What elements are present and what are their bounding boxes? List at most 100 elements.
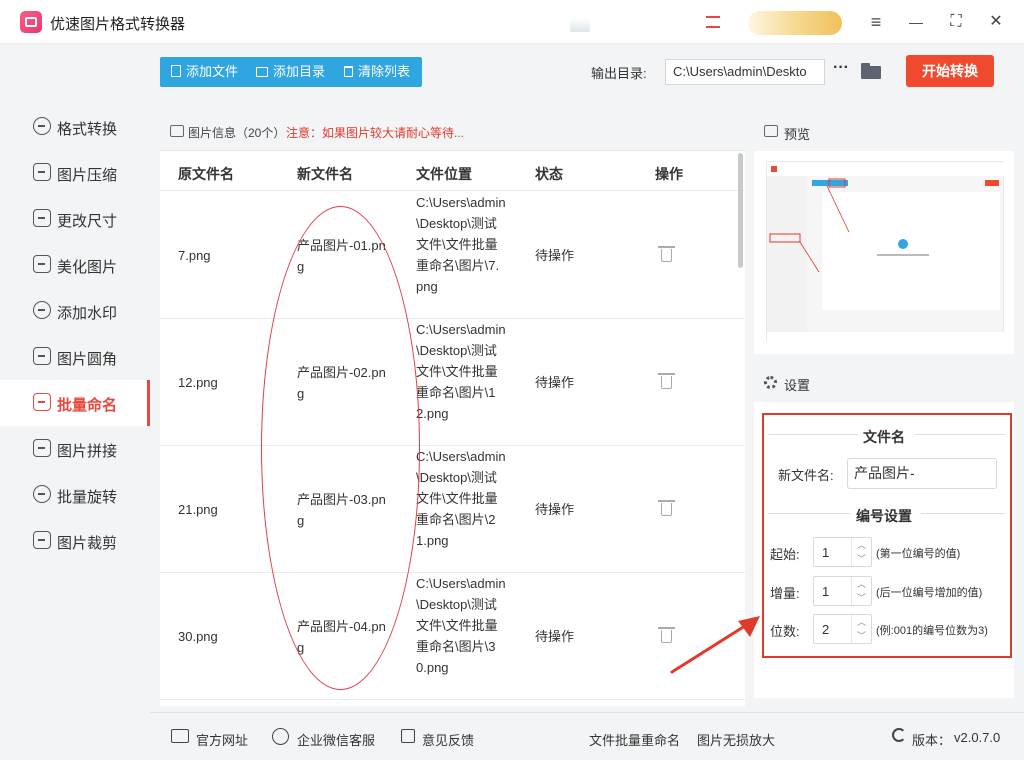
delete-icon[interactable] (658, 246, 675, 262)
refresh-icon[interactable] (892, 728, 906, 742)
info-count: 图片信息（20个） (188, 126, 286, 140)
feedback-icon (401, 729, 415, 743)
app-title: 优速图片格式转换器 (50, 16, 186, 33)
filename-section-title: 文件名 (863, 429, 905, 445)
table-row[interactable]: 7.png 产品图片-01.png C:\Users\admin\Desktop… (160, 192, 745, 319)
clear-list-button[interactable]: 清除列表 (344, 57, 410, 87)
toolbar-thumbnail-icon[interactable] (570, 18, 590, 32)
new-name: 产品图片-02.png (297, 365, 386, 401)
close-icon[interactable]: ✕ (984, 10, 1008, 34)
vip-badge[interactable] (748, 11, 842, 35)
preview-thumbnail (766, 161, 1005, 342)
output-dir-input[interactable]: C:\Users\admin\Deskto (665, 59, 825, 85)
sidebar-item-format-convert[interactable]: 格式转换 (0, 104, 150, 150)
sidebar-item-label: 美化图片 (57, 259, 118, 276)
chevron-down-icon[interactable]: ﹀ (852, 591, 871, 605)
file-icon (171, 65, 181, 77)
divider (768, 434, 858, 435)
digits-hint: (例:001的编号位数为3) (876, 625, 988, 637)
folder-icon (256, 67, 268, 77)
chevron-up-icon[interactable]: ︿ (852, 538, 871, 552)
wechat-service-icon (272, 728, 289, 745)
table-row[interactable]: 12.png 产品图片-02.png C:\Users\admin\Deskto… (160, 319, 745, 446)
delete-icon[interactable] (658, 373, 675, 389)
step-number-stepper[interactable]: 1 ︿ ﹀ (813, 576, 872, 606)
sidebar-item-label: 格式转换 (57, 121, 118, 138)
chevron-up-icon[interactable]: ︿ (852, 577, 871, 591)
file-location: C:\Users\admin\Desktop\测试文件\文件批量重命名\图片\7… (416, 195, 506, 294)
file-location: C:\Users\admin\Desktop\测试文件\文件批量重命名\图片\2… (416, 449, 506, 548)
sidebar-item-rotate[interactable]: 批量旋转 (0, 472, 150, 518)
table-row[interactable]: 30.png 产品图片-04.png C:\Users\admin\Deskto… (160, 573, 745, 700)
batch-rename-icon (33, 393, 51, 411)
col-status: 状态 (535, 166, 563, 182)
start-convert-button[interactable]: 开始转换 (906, 55, 994, 87)
feedback-link[interactable]: 意见反馈 (422, 730, 474, 749)
add-dir-button[interactable]: 添加目录 (256, 57, 325, 87)
start-label: 起始: (770, 547, 800, 562)
delete-icon[interactable] (658, 500, 675, 516)
col-location: 文件位置 (416, 166, 472, 182)
more-button[interactable]: ··· (832, 60, 850, 82)
status: 待操作 (535, 502, 575, 517)
sidebar-item-watermark[interactable]: 添加水印 (0, 288, 150, 334)
chevron-down-icon[interactable]: ﹀ (852, 629, 871, 643)
table-row[interactable]: 21.png 产品图片-03.png C:\Users\admin\Deskto… (160, 446, 745, 573)
sidebar-item-compress[interactable]: 图片压缩 (0, 150, 150, 196)
round-corner-icon (33, 347, 51, 365)
spin-buttons: ︿ ﹀ (851, 577, 871, 605)
app-logo-icon (20, 11, 42, 33)
digits-number-stepper[interactable]: 2 ︿ ﹀ (813, 614, 872, 644)
chevron-up-icon[interactable]: ︿ (852, 615, 871, 629)
start-hint: (第一位编号的值) (876, 548, 961, 560)
fullscreen-icon[interactable]: ⛶ (944, 10, 968, 34)
lossless-upscale-link[interactable]: 图片无损放大 (697, 730, 775, 749)
sidebar-item-crop[interactable]: 图片裁剪 (0, 518, 150, 564)
trash-icon (344, 66, 353, 77)
sidebar-item-round-corner[interactable]: 图片圆角 (0, 334, 150, 380)
preview-title: 预览 (784, 127, 811, 142)
settings-header: 设置 (754, 364, 1014, 402)
original-name: 7.png (178, 248, 211, 263)
minimize-icon[interactable]: — (904, 10, 928, 34)
title-bar: 优速图片格式转换器 ≡ — ⛶ ✕ (0, 0, 1024, 44)
sidebar-item-resize[interactable]: 更改尺寸 (0, 196, 150, 242)
table-scrollbar[interactable] (738, 153, 743, 268)
add-file-button[interactable]: 添加文件 (171, 57, 238, 87)
website-link[interactable]: 官方网址 (196, 730, 248, 749)
sidebar-item-stitch[interactable]: 图片拼接 (0, 426, 150, 472)
preview-header: 预览 (754, 113, 1014, 151)
new-name-input[interactable]: 产品图片- (847, 458, 997, 489)
step-hint: (后一位编号增加的值) (876, 587, 983, 599)
sidebar-item-batch-rename[interactable]: 批量命名 (0, 380, 150, 426)
version-label: 版本： (912, 733, 952, 748)
table-header: 原文件名 新文件名 文件位置 状态 操作 (160, 152, 745, 191)
output-dir-label: 输出目录: (591, 66, 647, 81)
sidebar-item-label: 批量命名 (57, 397, 118, 414)
sidebar-item-label: 图片圆角 (57, 351, 118, 368)
menu-icon[interactable]: ≡ (864, 10, 888, 34)
rotate-icon (33, 485, 51, 503)
sidebar: 格式转换 图片压缩 更改尺寸 美化图片 添加水印 图片圆角 批量命名 图片拼接 … (0, 44, 150, 760)
spin-buttons: ︿ ﹀ (851, 538, 871, 566)
wechat-service-link[interactable]: 企业微信客服 (297, 730, 375, 749)
gear-icon (764, 376, 777, 389)
sidebar-item-label: 批量旋转 (57, 489, 118, 506)
start-number-stepper[interactable]: 1 ︿ ﹀ (813, 537, 872, 567)
start-value: 1 (822, 545, 830, 560)
open-folder-icon[interactable] (861, 63, 881, 79)
original-name: 12.png (178, 375, 218, 390)
sidebar-item-beautify[interactable]: 美化图片 (0, 242, 150, 288)
batch-rename-link[interactable]: 文件批量重命名 (589, 730, 680, 749)
col-new-name: 新文件名 (297, 166, 353, 182)
original-name: 30.png (178, 629, 218, 644)
new-name: 产品图片-04.png (297, 619, 386, 655)
red-bars-icon[interactable] (703, 14, 723, 30)
file-table-panel: 图片信息（20个） 注意：如果图片较大请耐心等待... 原文件名 新文件名 文件… (160, 113, 745, 706)
chevron-down-icon[interactable]: ﹀ (852, 552, 871, 566)
file-toolbar: 添加文件 添加目录 清除列表 (160, 57, 422, 87)
version-number: v2.0.7.0 (954, 730, 1001, 745)
divider (915, 434, 1005, 435)
file-location: C:\Users\admin\Desktop\测试文件\文件批量重命名\图片\3… (416, 576, 506, 675)
add-file-label: 添加文件 (186, 64, 239, 79)
